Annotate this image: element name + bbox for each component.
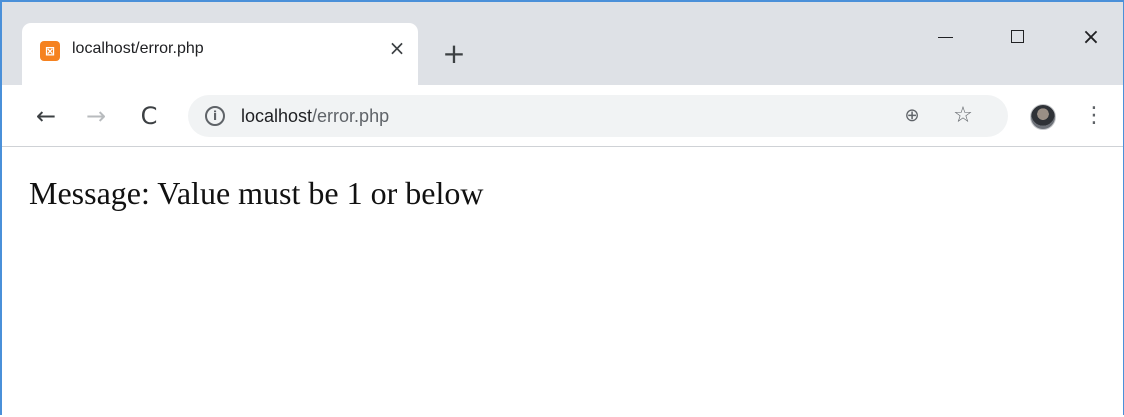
window-close-button[interactable]: × xyxy=(1066,20,1116,56)
url-text[interactable]: localhost/error.php xyxy=(241,106,389,127)
reload-button[interactable]: C xyxy=(133,100,165,132)
maximize-icon xyxy=(1010,30,1024,43)
url-path: /error.php xyxy=(312,106,390,126)
tab-close-icon[interactable]: × xyxy=(384,35,410,61)
forward-button[interactable]: → xyxy=(80,100,112,132)
zoom-icon[interactable]: ⊕ xyxy=(901,105,923,127)
minimize-button[interactable] xyxy=(920,20,970,56)
menu-icon[interactable]: ⋮ xyxy=(1083,100,1105,132)
window-close-icon: × xyxy=(1081,25,1101,50)
page-content: Message: Value must be 1 or below xyxy=(2,147,1123,417)
error-message: Message: Value must be 1 or below xyxy=(29,175,484,211)
back-button[interactable]: ← xyxy=(30,100,62,132)
address-bar[interactable]: i localhost/error.php ⊕ ☆ xyxy=(188,95,1008,137)
profile-avatar[interactable] xyxy=(1030,104,1056,130)
xampp-favicon-icon: ⊠ xyxy=(40,41,60,61)
new-tab-button[interactable]: + xyxy=(437,37,471,71)
browser-toolbar: ← → C i localhost/error.php ⊕ ☆ ⋮ xyxy=(2,85,1123,147)
browser-window: ⊠ localhost/error.php × + × ← → C i loca… xyxy=(0,0,1124,417)
star-icon[interactable]: ☆ xyxy=(951,104,975,128)
site-info-icon[interactable]: i xyxy=(205,106,225,126)
browser-tab[interactable]: ⊠ localhost/error.php × xyxy=(22,23,418,85)
title-bar: ⊠ localhost/error.php × + × xyxy=(2,2,1123,85)
maximize-button[interactable] xyxy=(992,20,1042,56)
tab-title: localhost/error.php xyxy=(72,40,204,57)
url-host: localhost xyxy=(241,106,313,126)
minimize-icon xyxy=(937,37,953,38)
